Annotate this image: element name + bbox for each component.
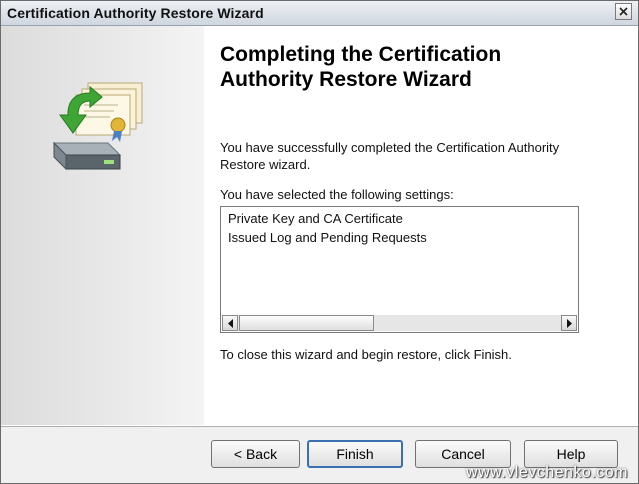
scroll-right-button[interactable]: [561, 315, 577, 331]
title-bar[interactable]: Certification Authority Restore Wizard: [1, 1, 638, 26]
button-bar: < Back Finish Cancel Help www.vlevchenko…: [1, 426, 638, 483]
heading-line-1: Completing the Certification: [220, 43, 502, 66]
watermark-text: www.vlevchenko.com: [466, 464, 628, 481]
settings-label: You have selected the following settings…: [220, 187, 454, 202]
heading-line-2: Authority Restore Wizard: [220, 68, 472, 91]
wizard-heading: Completing the Certification Authority R…: [220, 42, 620, 92]
settings-listbox[interactable]: Private Key and CA Certificate Issued Lo…: [220, 206, 579, 333]
horizontal-scrollbar[interactable]: [222, 315, 577, 331]
back-button[interactable]: < Back: [211, 440, 300, 468]
scroll-left-button[interactable]: [222, 315, 238, 331]
scroll-thumb[interactable]: [239, 315, 374, 331]
list-item: Private Key and CA Certificate: [228, 211, 403, 226]
finish-button[interactable]: Finish: [307, 440, 403, 468]
close-button[interactable]: [615, 3, 632, 20]
completion-message: You have successfully completed the Cert…: [220, 140, 560, 172]
close-icon: [619, 7, 628, 16]
wizard-window: Certification Authority Restore Wizard C…: [0, 0, 639, 484]
certificate-restore-icon: [52, 82, 143, 171]
scroll-right-icon: [567, 319, 572, 328]
list-item: Issued Log and Pending Requests: [228, 230, 427, 245]
window-title: Certification Authority Restore Wizard: [7, 5, 264, 21]
finish-instruction: To close this wizard and begin restore, …: [220, 347, 512, 362]
wizard-side-panel: [1, 26, 204, 425]
scroll-left-icon: [228, 319, 233, 328]
